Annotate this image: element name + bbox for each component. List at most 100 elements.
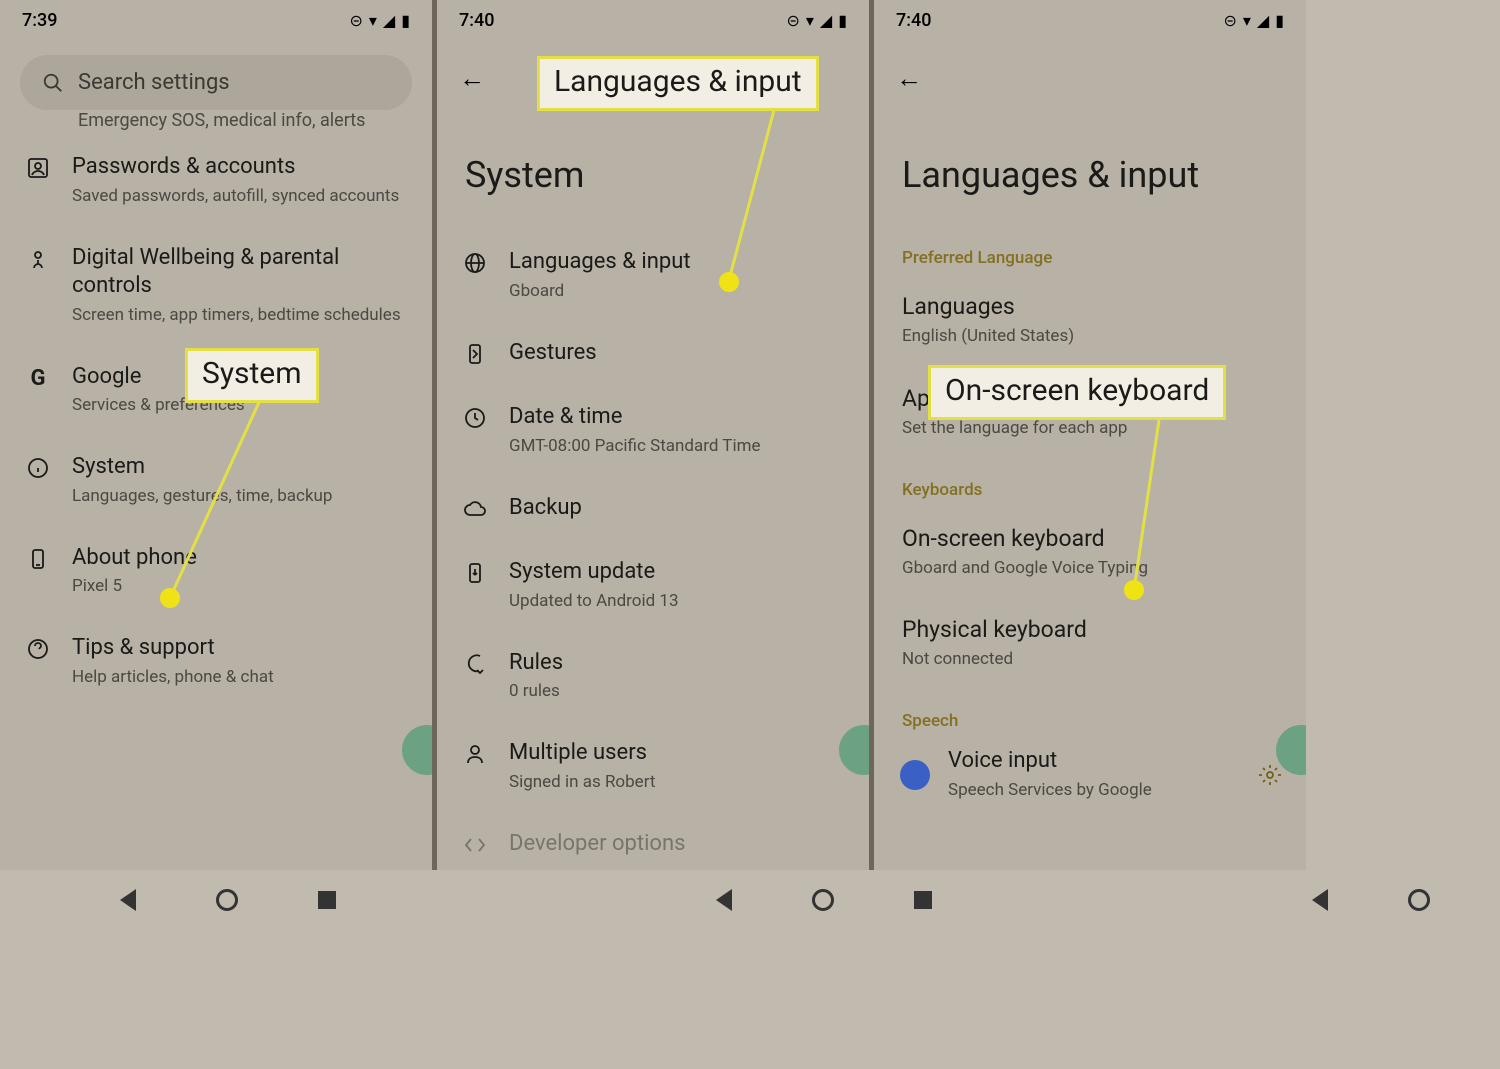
- row-passwords-accounts[interactable]: Passwords & accounts Saved passwords, au…: [0, 135, 432, 226]
- row-title: Gestures: [509, 339, 845, 368]
- voice-icon: [900, 760, 930, 790]
- rules-icon: [463, 652, 487, 676]
- row-voice-input[interactable]: Voice input Speech Services by Google: [874, 737, 1306, 802]
- row-system[interactable]: System Languages, gestures, time, backup: [0, 435, 432, 526]
- row-languages-input[interactable]: Languages & input Gboard: [437, 230, 869, 321]
- row-title: Physical keyboard: [902, 615, 1278, 645]
- status-bar: 7:40 ⊝ ▾ ◢ ▮: [437, 0, 869, 37]
- row-title: App Languages: [902, 384, 1278, 414]
- android-nav-bar: [0, 870, 1500, 930]
- clock: 7:40: [896, 10, 931, 31]
- row-subtitle: Help articles, phone & chat: [72, 666, 408, 689]
- search-placeholder: Search settings: [78, 70, 230, 95]
- clock: 7:39: [22, 10, 57, 31]
- search-settings[interactable]: Search settings: [20, 55, 412, 110]
- nav-back-icon[interactable]: [716, 889, 732, 911]
- wifi-icon: ▾: [1243, 11, 1251, 30]
- fab-button[interactable]: [402, 725, 432, 775]
- row-languages[interactable]: Languages English (United States): [874, 274, 1306, 366]
- back-button[interactable]: ←: [896, 63, 922, 94]
- row-developer-options[interactable]: Developer options: [437, 812, 869, 870]
- dnd-icon: ⊝: [1223, 11, 1236, 30]
- row-onscreen-keyboard[interactable]: On-screen keyboard Gboard and Google Voi…: [874, 506, 1306, 598]
- clock-icon: [463, 406, 487, 430]
- wifi-icon: ▾: [369, 11, 377, 30]
- row-backup[interactable]: Backup: [437, 476, 869, 541]
- search-icon: [42, 72, 64, 94]
- nav-back-icon[interactable]: [1312, 889, 1328, 911]
- row-multiple-users[interactable]: Multiple users Signed in as Robert: [437, 721, 869, 812]
- signal-icon: ◢: [1257, 11, 1269, 30]
- signal-icon: ◢: [820, 11, 832, 30]
- nav-recent-icon[interactable]: [318, 891, 336, 909]
- row-subtitle: Gboard: [509, 280, 845, 303]
- row-subtitle: Pixel 5: [72, 575, 408, 598]
- row-subtitle: Screen time, app timers, bedtime schedul…: [72, 304, 408, 327]
- nav-back-icon[interactable]: [120, 889, 136, 911]
- section-preferred-language: Preferred Language: [874, 226, 1306, 274]
- row-rules[interactable]: Rules 0 rules: [437, 631, 869, 722]
- row-digital-wellbeing[interactable]: Digital Wellbeing & parental controls Sc…: [0, 226, 432, 345]
- row-subtitle: Not connected: [902, 648, 1278, 671]
- prev-item-subtitle: Emergency SOS, medical info, alerts: [0, 110, 432, 131]
- row-title: Digital Wellbeing & parental controls: [72, 244, 408, 301]
- phone-icon: [26, 547, 50, 571]
- cloud-icon: [463, 497, 487, 521]
- battery-icon: ▮: [401, 11, 410, 30]
- battery-icon: ▮: [1275, 11, 1284, 30]
- status-bar: 7:40 ⊝ ▾ ◢ ▮: [874, 0, 1306, 37]
- page-title: Languages & input: [874, 104, 1306, 226]
- gear-icon[interactable]: [1258, 763, 1282, 787]
- row-title: Voice input: [948, 747, 1286, 776]
- row-title: Languages & input: [509, 248, 845, 277]
- info-icon: [26, 456, 50, 480]
- row-date-time[interactable]: Date & time GMT-08:00 Pacific Standard T…: [437, 385, 869, 476]
- row-tips-support[interactable]: Tips & support Help articles, phone & ch…: [0, 616, 432, 707]
- status-icons: ⊝ ▾ ◢ ▮: [1223, 11, 1284, 30]
- nav-home-icon[interactable]: [216, 889, 238, 911]
- row-title: Google: [72, 363, 408, 392]
- code-icon: [463, 833, 487, 857]
- row-app-languages[interactable]: App Languages Set the language for each …: [874, 366, 1306, 458]
- row-google[interactable]: G Google Services & preferences: [0, 345, 432, 436]
- row-system-update[interactable]: System update Updated to Android 13: [437, 540, 869, 631]
- nav-home-icon[interactable]: [812, 889, 834, 911]
- status-bar: 7:39 ⊝ ▾ ◢ ▮: [0, 0, 432, 37]
- row-about-phone[interactable]: About phone Pixel 5: [0, 526, 432, 617]
- row-subtitle: GMT-08:00 Pacific Standard Time: [509, 435, 845, 458]
- wifi-icon: ▾: [806, 11, 814, 30]
- battery-icon: ▮: [838, 11, 847, 30]
- dnd-icon: ⊝: [786, 11, 799, 30]
- person-icon: [463, 742, 487, 766]
- nav-home-icon[interactable]: [1408, 889, 1430, 911]
- panel-settings: 7:39 ⊝ ▾ ◢ ▮ Search settings Emergency S…: [0, 0, 432, 870]
- dnd-icon: ⊝: [349, 11, 362, 30]
- row-gestures[interactable]: Gestures: [437, 321, 869, 386]
- status-icons: ⊝ ▾ ◢ ▮: [786, 11, 847, 30]
- row-subtitle: Set the language for each app: [902, 417, 1278, 440]
- gestures-icon: [463, 342, 487, 366]
- back-button[interactable]: ←: [459, 63, 485, 94]
- row-title: System: [72, 453, 408, 482]
- section-keyboards: Keyboards: [874, 458, 1306, 506]
- row-title: Developer options: [509, 830, 845, 859]
- row-title: Passwords & accounts: [72, 153, 408, 182]
- row-subtitle: English (United States): [902, 325, 1278, 348]
- row-subtitle: Signed in as Robert: [509, 771, 845, 794]
- callout-marker: [1124, 580, 1144, 600]
- nav-recent-icon[interactable]: [914, 891, 932, 909]
- row-title: Languages: [902, 292, 1278, 322]
- row-subtitle: 0 rules: [509, 680, 845, 703]
- account-box-icon: [26, 156, 50, 180]
- row-title: System update: [509, 558, 845, 587]
- row-title: On-screen keyboard: [902, 524, 1278, 554]
- panel-system: 7:40 ⊝ ▾ ◢ ▮ ← System Languages & input …: [437, 0, 869, 870]
- row-physical-keyboard[interactable]: Physical keyboard Not connected: [874, 597, 1306, 689]
- signal-icon: ◢: [383, 11, 395, 30]
- row-title: Tips & support: [72, 634, 408, 663]
- callout-marker: [160, 588, 180, 608]
- page-title: System: [437, 104, 869, 226]
- row-subtitle: Speech Services by Google: [948, 779, 1286, 802]
- update-icon: [463, 561, 487, 585]
- row-subtitle: Saved passwords, autofill, synced accoun…: [72, 185, 408, 208]
